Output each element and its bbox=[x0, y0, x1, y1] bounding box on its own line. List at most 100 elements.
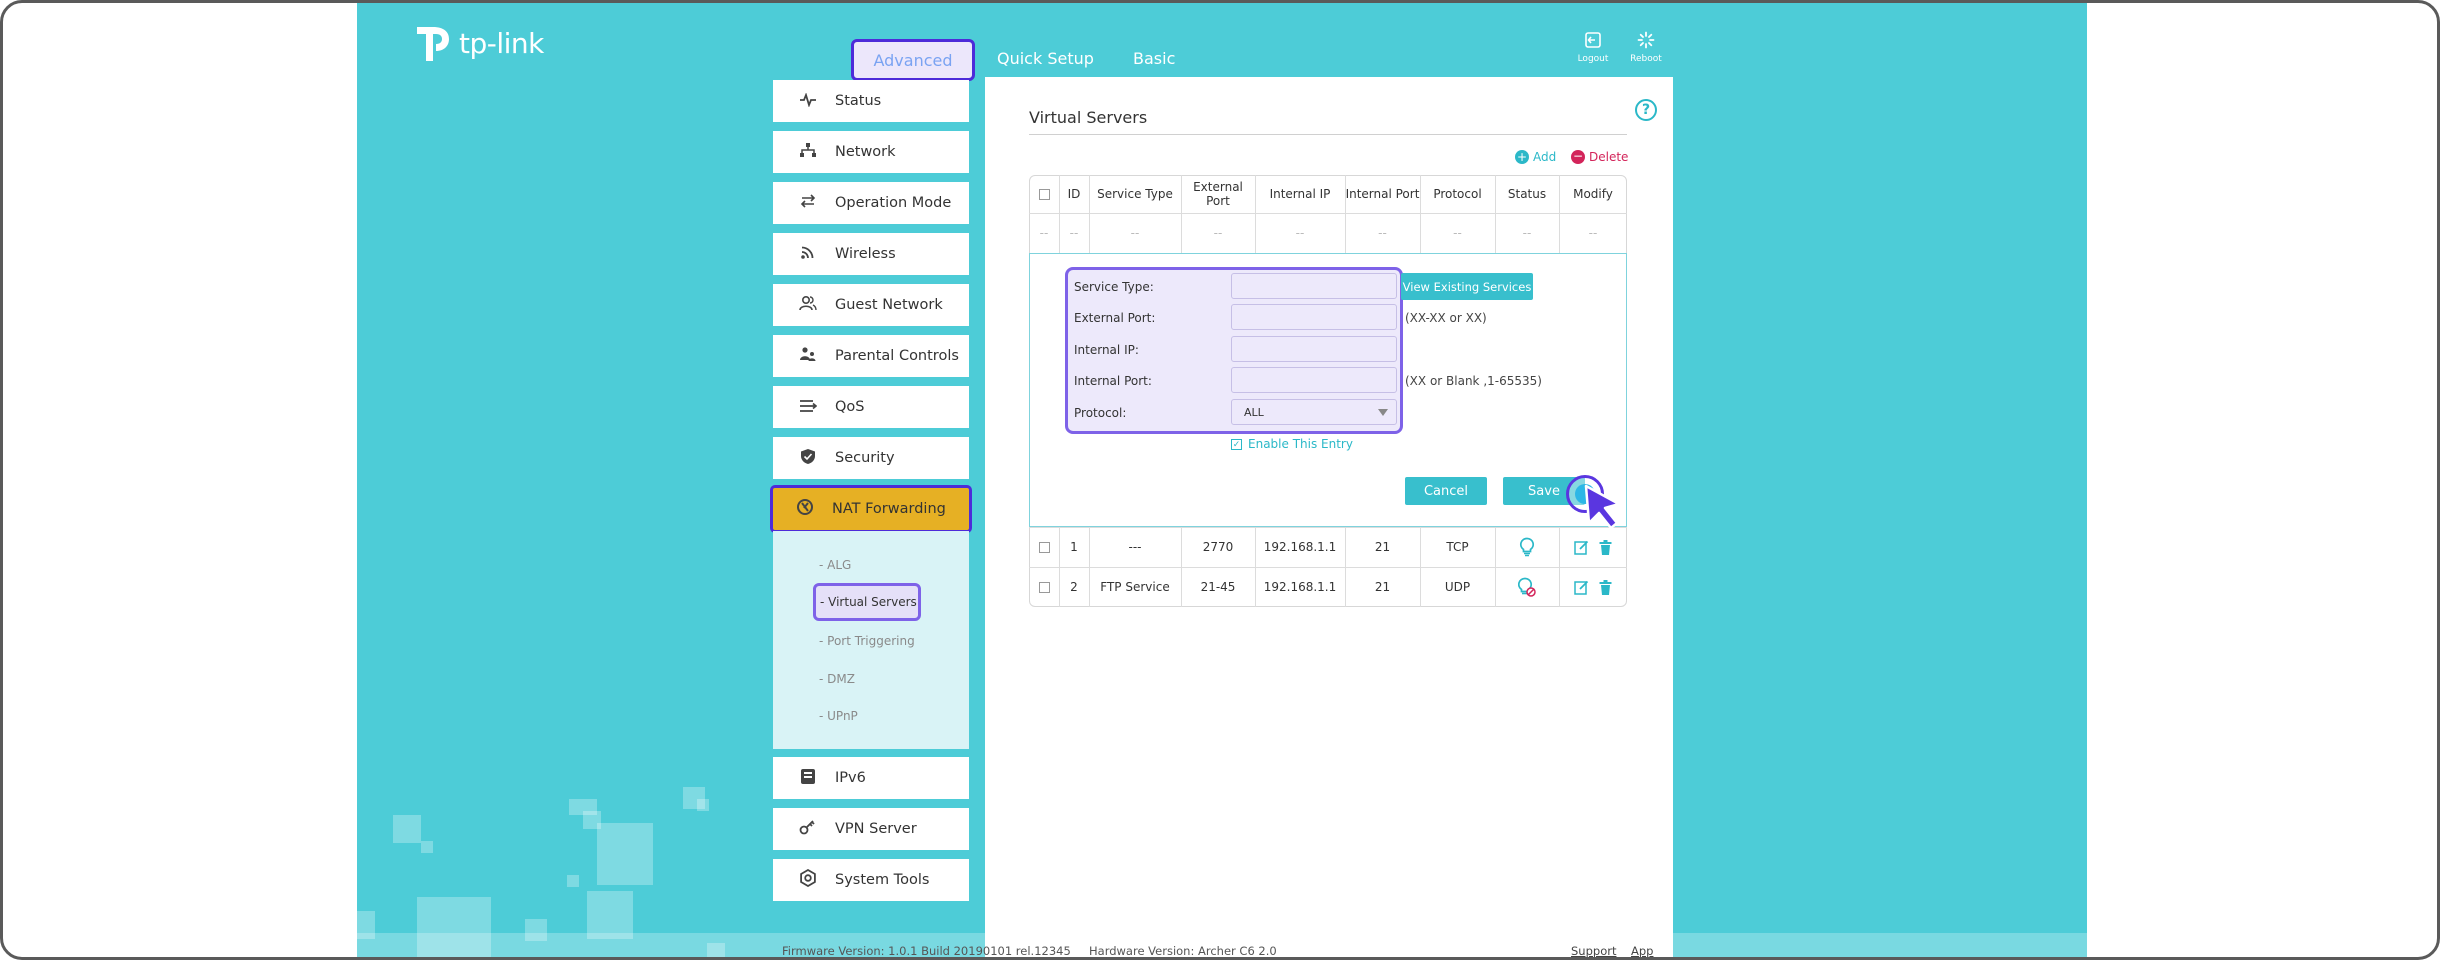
submenu-item-virtual-servers[interactable]: - Virtual Servers bbox=[813, 583, 921, 621]
enable-entry-label: Enable This Entry bbox=[1248, 437, 1353, 451]
add-button[interactable]: + Add bbox=[1515, 150, 1556, 164]
nav-advanced[interactable]: Advanced bbox=[851, 39, 975, 81]
logout-button[interactable]: Logout bbox=[1567, 31, 1619, 64]
network-icon bbox=[797, 142, 819, 162]
row-internal-port: 21 bbox=[1374, 540, 1391, 554]
col-header-internal-port: Internal Port bbox=[1345, 187, 1420, 201]
service-type-input[interactable] bbox=[1231, 273, 1397, 299]
row-checkbox[interactable] bbox=[1029, 527, 1059, 567]
view-existing-services-button[interactable]: View Existing Services bbox=[1401, 273, 1533, 300]
sidebar-item-label: QoS bbox=[835, 399, 865, 415]
col-header-service-type: Service Type bbox=[1097, 187, 1173, 201]
sidebar-item-ipv6[interactable]: IPv6 bbox=[773, 757, 969, 799]
sidebar-item-vpn-server[interactable]: VPN Server bbox=[773, 808, 969, 850]
page-title: Virtual Servers bbox=[1029, 108, 1148, 127]
placeholder-cell: -- bbox=[1588, 226, 1598, 240]
external-port-hint: (XX-XX or XX) bbox=[1405, 311, 1487, 325]
sidebar-item-operation-mode[interactable]: Operation Mode bbox=[773, 182, 969, 224]
row-id: 1 bbox=[1070, 540, 1078, 554]
status-toggle[interactable] bbox=[1495, 527, 1559, 567]
placeholder-cell: -- bbox=[1453, 226, 1462, 240]
col-header-modify: Modify bbox=[1573, 187, 1613, 201]
pulse-icon bbox=[797, 91, 819, 111]
delete-button[interactable]: − Delete bbox=[1571, 150, 1628, 164]
row-modify-actions bbox=[1559, 567, 1627, 607]
row-external-port: 21-45 bbox=[1200, 580, 1236, 594]
shield-icon bbox=[797, 448, 819, 469]
row-service-type: FTP Service bbox=[1100, 580, 1170, 594]
sidebar-item-security[interactable]: Security bbox=[773, 437, 969, 479]
nav-basic[interactable]: Basic bbox=[1133, 49, 1175, 68]
add-label: Add bbox=[1533, 150, 1557, 164]
submenu-item-upnp[interactable]: - UPnP bbox=[819, 709, 858, 723]
trash-icon[interactable] bbox=[1599, 579, 1612, 595]
decor-block bbox=[567, 875, 579, 887]
col-header-internal-ip: Internal IP bbox=[1269, 187, 1331, 201]
help-icon[interactable]: ? bbox=[1635, 99, 1657, 121]
row-protocol: TCP bbox=[1446, 540, 1469, 554]
sidebar-item-nat-forwarding[interactable]: NAT Forwarding bbox=[770, 485, 972, 533]
status-toggle[interactable] bbox=[1495, 567, 1559, 607]
decor-block bbox=[587, 891, 633, 939]
guest-icon bbox=[797, 295, 819, 315]
sidebar-item-network[interactable]: Network bbox=[773, 131, 969, 173]
bulb-off-icon bbox=[1518, 577, 1536, 597]
submenu-item-alg[interactable]: - ALG bbox=[819, 558, 851, 572]
internal-port-label: Internal Port: bbox=[1074, 374, 1152, 388]
tp-link-logo: tp-link bbox=[413, 21, 544, 65]
placeholder-cell: -- bbox=[1069, 226, 1079, 240]
nav-quick-setup[interactable]: Quick Setup bbox=[997, 49, 1094, 68]
reboot-icon bbox=[1620, 31, 1672, 54]
enable-entry-checkbox[interactable]: ✓ Enable This Entry bbox=[1231, 437, 1353, 451]
trash-icon[interactable] bbox=[1599, 539, 1612, 555]
sidebar-item-guest-network[interactable]: Guest Network bbox=[773, 284, 969, 326]
submenu-item-port-triggering[interactable]: - Port Triggering bbox=[819, 634, 915, 648]
reboot-button[interactable]: Reboot bbox=[1620, 31, 1672, 64]
decor-block bbox=[597, 823, 653, 885]
cursor-arrow-icon bbox=[1584, 484, 1621, 530]
cancel-button[interactable]: Cancel bbox=[1405, 477, 1487, 505]
col-header-protocol: Protocol bbox=[1433, 187, 1482, 201]
service-type-label: Service Type: bbox=[1074, 280, 1154, 294]
app-link[interactable]: App bbox=[1631, 944, 1653, 957]
row-service-type: --- bbox=[1128, 540, 1142, 554]
external-port-input[interactable] bbox=[1231, 304, 1397, 330]
row-checkbox[interactable] bbox=[1029, 567, 1059, 607]
reboot-label: Reboot bbox=[1630, 54, 1662, 64]
external-port-label: External Port: bbox=[1074, 311, 1156, 325]
submenu-item-dmz[interactable]: - DMZ bbox=[819, 672, 855, 686]
sidebar-item-qos[interactable]: QoS bbox=[773, 386, 969, 428]
edit-icon[interactable] bbox=[1574, 540, 1589, 555]
decor-block bbox=[697, 799, 709, 811]
support-link[interactable]: Support bbox=[1571, 944, 1616, 957]
sidebar-item-label: Operation Mode bbox=[835, 195, 952, 211]
internal-port-input[interactable] bbox=[1231, 367, 1397, 393]
placeholder-cell: -- bbox=[1378, 226, 1387, 240]
protocol-select[interactable]: ALL bbox=[1231, 399, 1397, 425]
sidebar-item-status[interactable]: Status bbox=[773, 80, 969, 122]
gear-icon bbox=[797, 868, 819, 891]
logout-label: Logout bbox=[1577, 54, 1609, 64]
edit-icon[interactable] bbox=[1574, 580, 1589, 595]
plus-circle-icon: + bbox=[1515, 150, 1529, 164]
internal-port-hint: (XX or Blank ,1-65535) bbox=[1405, 374, 1542, 388]
title-divider bbox=[1029, 134, 1627, 135]
internal-ip-label: Internal IP: bbox=[1074, 343, 1139, 357]
sidebar-item-parental-controls[interactable]: Parental Controls bbox=[773, 335, 969, 377]
wifi-icon bbox=[797, 244, 819, 264]
vpn-icon bbox=[797, 819, 819, 839]
tp-link-logo-icon bbox=[417, 27, 449, 61]
sidebar-item-system-tools[interactable]: System Tools bbox=[773, 859, 969, 901]
row-internal-ip: 192.168.1.1 bbox=[1263, 580, 1337, 594]
protocol-label: Protocol: bbox=[1074, 406, 1127, 420]
sidebar-item-label: NAT Forwarding bbox=[832, 501, 946, 517]
bulb-on-icon bbox=[1519, 537, 1535, 557]
internal-ip-input[interactable] bbox=[1231, 336, 1397, 362]
sidebar-item-wireless[interactable]: Wireless bbox=[773, 233, 969, 275]
placeholder-cell: -- bbox=[1039, 226, 1049, 240]
sidebar-item-label: Wireless bbox=[835, 246, 896, 262]
placeholder-cell: -- bbox=[1130, 226, 1140, 240]
row-protocol: UDP bbox=[1444, 580, 1471, 594]
select-all-checkbox[interactable] bbox=[1029, 175, 1059, 213]
parental-icon bbox=[797, 346, 819, 366]
